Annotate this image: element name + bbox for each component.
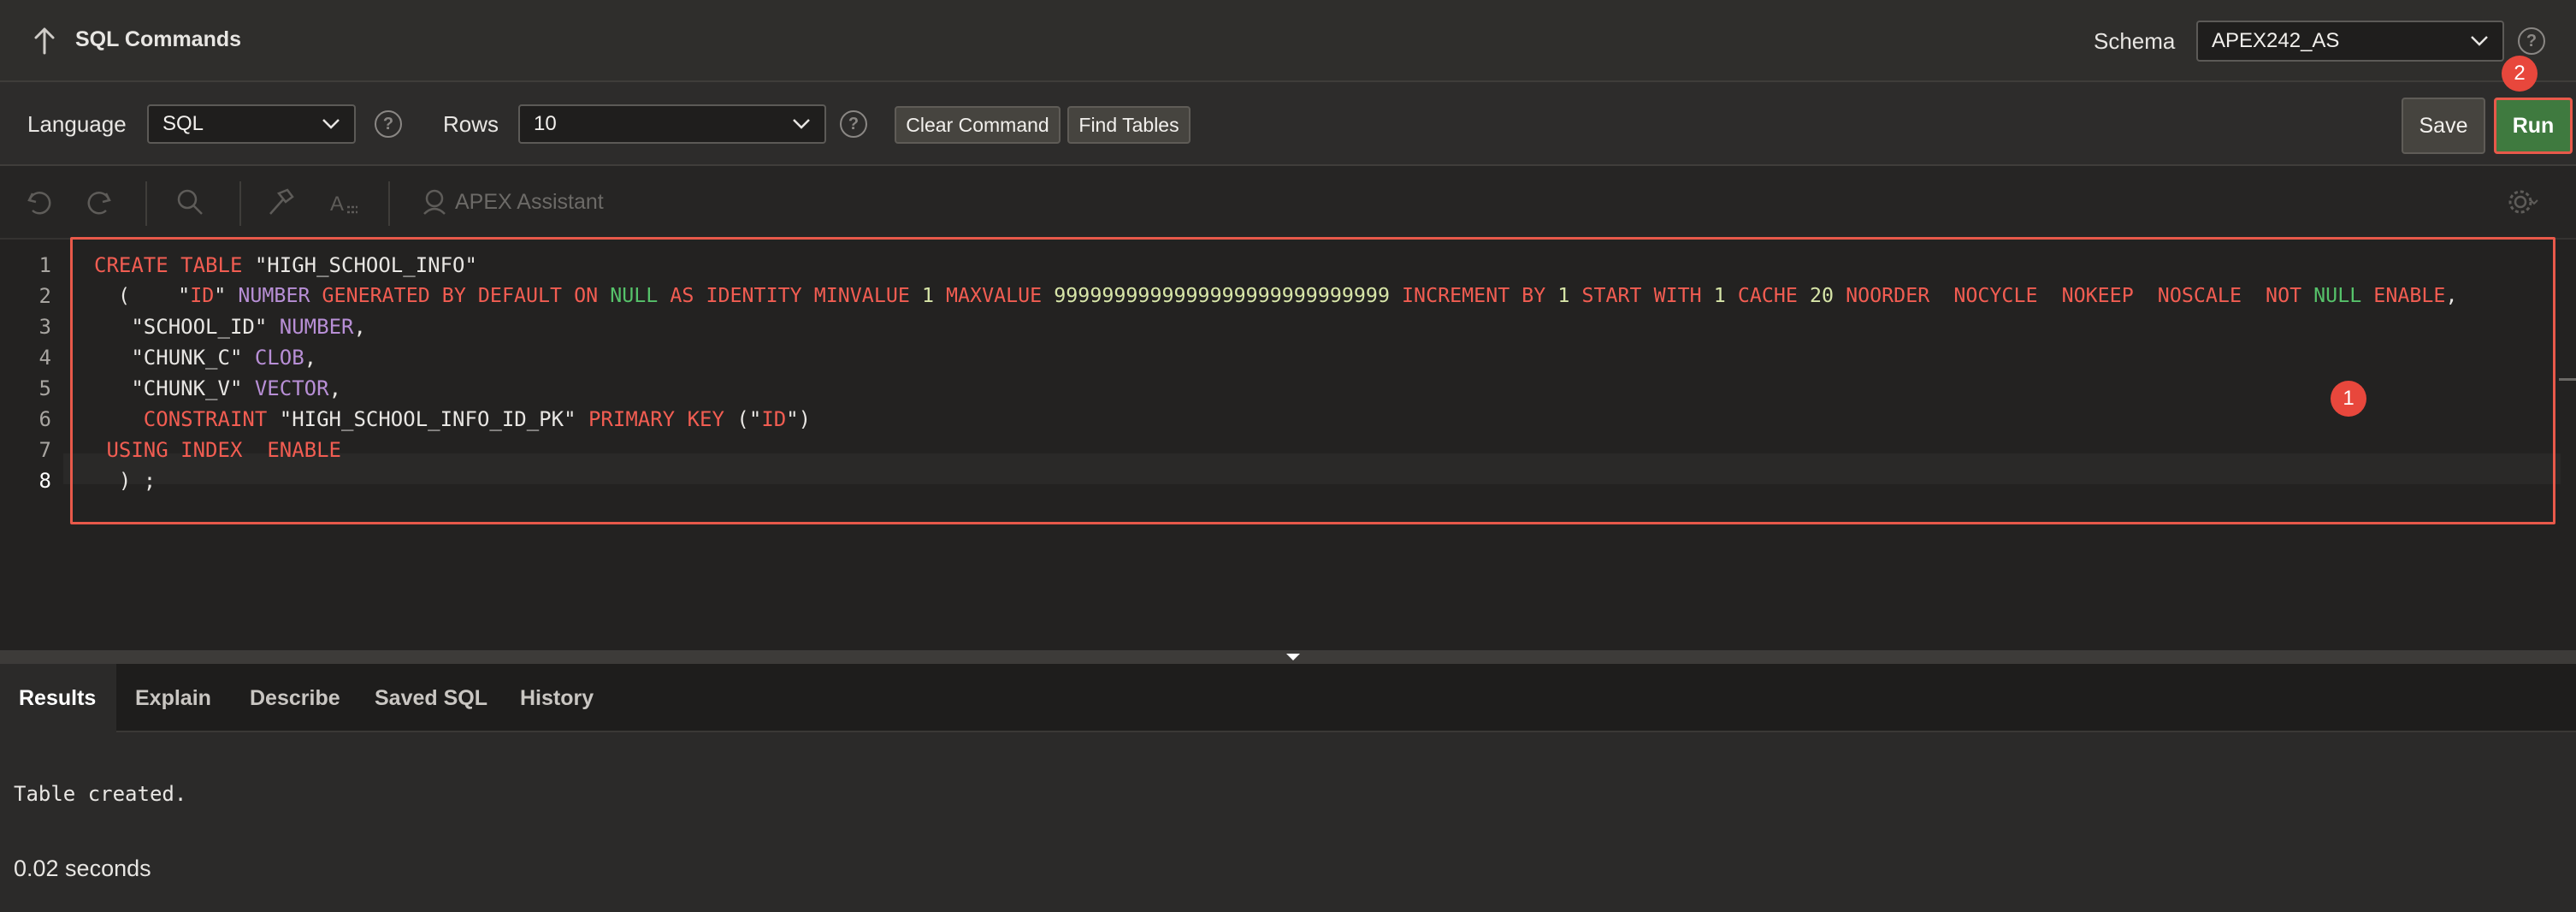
rows-help-icon[interactable]: ?: [840, 110, 867, 138]
chevron-down-icon: [2471, 36, 2488, 46]
annotation-badge-1: 1: [2331, 381, 2366, 417]
tab-results[interactable]: Results: [0, 664, 116, 732]
hammer-icon[interactable]: [265, 187, 296, 217]
assistant-icon[interactable]: [419, 187, 450, 217]
scroll-indicator[interactable]: [2559, 378, 2576, 381]
toolbar-divider: [145, 181, 147, 226]
redo-icon[interactable]: [84, 187, 115, 217]
line-number: 7: [38, 438, 51, 462]
line-number: 8: [38, 469, 51, 493]
chevron-down-icon: [793, 119, 810, 129]
undo-icon[interactable]: [24, 187, 55, 217]
title-bar: SQL Commands Schema APEX242_AS ?: [0, 0, 2576, 82]
rows-select[interactable]: 10: [518, 104, 826, 144]
language-help-icon[interactable]: ?: [375, 110, 402, 138]
toolbar-divider: [388, 181, 390, 226]
results-panel: Table created. 0.02 seconds: [0, 732, 2576, 912]
tab-history[interactable]: History: [501, 664, 612, 732]
language-select-value: SQL: [162, 112, 204, 135]
line-number: 3: [38, 315, 51, 339]
schema-select-value: APEX242_AS: [2212, 29, 2340, 52]
page-title: SQL Commands: [75, 27, 242, 51]
find-tables-button[interactable]: Find Tables: [1067, 106, 1191, 144]
editor-toolbar: A APEX Assistant: [0, 166, 2576, 240]
command-toolbar: Language SQL ? Rows 10 ? Clear Command F…: [0, 82, 2576, 166]
arrow-up-icon[interactable]: [32, 26, 56, 56]
rows-select-value: 10: [534, 112, 557, 135]
code-highlight-box: [70, 237, 2555, 524]
search-icon[interactable]: [174, 187, 205, 217]
toolbar-divider: [239, 181, 241, 226]
schema-select[interactable]: APEX242_AS: [2196, 21, 2504, 62]
apex-assistant-label[interactable]: APEX Assistant: [455, 190, 604, 215]
run-button[interactable]: Run: [2494, 98, 2573, 154]
tab-explain[interactable]: Explain: [116, 664, 230, 732]
schema-help-icon[interactable]: ?: [2518, 27, 2545, 55]
line-number: 2: [38, 284, 51, 308]
elapsed-time: 0.02 seconds: [14, 856, 151, 881]
line-number: 5: [38, 376, 51, 400]
line-number: 6: [38, 407, 51, 431]
tab-describe[interactable]: Describe: [231, 664, 359, 732]
rows-label: Rows: [443, 111, 499, 137]
annotation-badge-2: 2: [2502, 56, 2538, 92]
settings-gear-icon[interactable]: [2501, 187, 2544, 217]
pane-splitter[interactable]: [0, 650, 2576, 664]
schema-label: Schema: [2094, 28, 2176, 54]
clear-command-button[interactable]: Clear Command: [895, 106, 1061, 144]
language-select[interactable]: SQL: [147, 104, 356, 144]
line-number: 4: [38, 346, 51, 370]
language-label: Language: [27, 111, 127, 137]
line-number-gutter: 1 2 3 4 5 6 7 8: [0, 240, 63, 650]
svg-text:A: A: [330, 192, 344, 216]
tab-saved-sql[interactable]: Saved SQL: [356, 664, 506, 732]
line-number: 1: [38, 253, 51, 277]
result-tabs: Results Explain Describe Saved SQL Histo…: [0, 664, 2576, 732]
format-text-icon[interactable]: A: [328, 187, 359, 217]
save-button[interactable]: Save: [2402, 98, 2485, 154]
collapse-arrow-icon[interactable]: [1283, 652, 1303, 662]
chevron-down-icon: [322, 119, 340, 129]
result-message: Table created.: [14, 782, 187, 806]
